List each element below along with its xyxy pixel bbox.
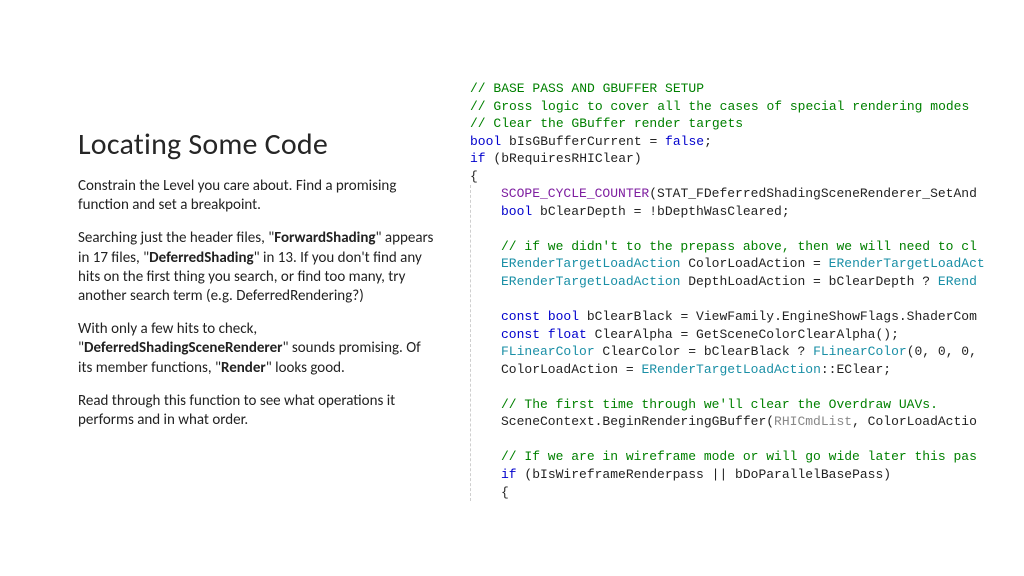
paragraph-2: Searching just the header files, "Forwar…: [78, 229, 438, 306]
slide: Locating Some Code Constrain the Level y…: [0, 0, 1024, 576]
text: Searching just the header files, ": [78, 229, 274, 247]
slide-title: Locating Some Code: [78, 126, 438, 163]
code-keyword: const: [501, 309, 540, 324]
code-text: ;: [704, 134, 712, 149]
code-text: bClearBlack = ViewFamily.EngineShowFlags…: [579, 309, 977, 324]
code-type: ERenderTargetLoadAction: [641, 362, 820, 377]
text: " looks good.: [266, 359, 345, 377]
code-text: bIsGBufferCurrent =: [501, 134, 665, 149]
code-text: , ColorLoadActio: [852, 414, 977, 429]
code-text: ColorLoadAction =: [501, 362, 641, 377]
code-text: DepthLoadAction = bClearDepth ?: [680, 274, 937, 289]
code-keyword: bool: [501, 204, 532, 219]
code-text: (bRequiresRHIClear): [486, 151, 642, 166]
code-keyword: false: [665, 134, 704, 149]
code-keyword: const: [501, 327, 540, 342]
code-text: (STAT_FDeferredShadingSceneRenderer_SetA…: [649, 186, 977, 201]
code-macro: SCOPE_CYCLE_COUNTER: [501, 186, 649, 201]
bold-term: DeferredShading: [149, 249, 253, 267]
code-text: ClearColor = bClearBlack ?: [595, 344, 813, 359]
code-type: ERenderTargetLoadAct: [829, 256, 985, 271]
code-text: (0, 0, 0,: [907, 344, 977, 359]
code-comment: // Clear the GBuffer render targets: [470, 116, 743, 131]
code-type: ERenderTargetLoadAction: [501, 256, 680, 271]
paragraph-1: Constrain the Level you care about. Find…: [78, 177, 438, 215]
code-block: SCOPE_CYCLE_COUNTER(STAT_FDeferredShadin…: [470, 185, 1024, 501]
code-comment: // If we are in wireframe mode or will g…: [501, 449, 977, 464]
code-type: ERenderTargetLoadAction: [501, 274, 680, 289]
bold-term: Render: [221, 359, 266, 377]
code-keyword: bool: [470, 134, 501, 149]
code-comment: // BASE PASS AND GBUFFER SETUP: [470, 81, 704, 96]
code-arg: RHICmdList: [774, 414, 852, 429]
code-text: (bIsWireframeRenderpass || bDoParallelBa…: [517, 467, 891, 482]
code-brace: {: [501, 485, 509, 500]
code-text: ColorLoadAction =: [680, 256, 828, 271]
code-brace: {: [470, 169, 478, 184]
code-text: SceneContext.BeginRenderingGBuffer(: [501, 414, 774, 429]
code-keyword: if: [501, 467, 517, 482]
code-comment: // Gross logic to cover all the cases of…: [470, 99, 977, 114]
code-comment: // The first time through we'll clear th…: [501, 397, 938, 412]
code-type: ERend: [938, 274, 977, 289]
paragraph-4: Read through this function to see what o…: [78, 392, 438, 430]
code-comment: // if we didn't to the prepass above, th…: [501, 239, 977, 254]
code-keyword: if: [470, 151, 486, 166]
code-keyword: bool: [540, 309, 579, 324]
paragraph-3: With only a few hits to check, "Deferred…: [78, 320, 438, 378]
code-keyword: float: [540, 327, 587, 342]
left-column: Locating Some Code Constrain the Level y…: [78, 126, 438, 444]
bold-term: ForwardShading: [274, 229, 375, 247]
code-text: bClearDepth = !bDepthWasCleared;: [532, 204, 789, 219]
code-snippet: // BASE PASS AND GBUFFER SETUP // Gross …: [470, 80, 1024, 501]
code-type: FLinearColor: [813, 344, 907, 359]
code-text: ClearAlpha = GetSceneColorClearAlpha();: [587, 327, 899, 342]
code-text: ::EClear;: [821, 362, 891, 377]
bold-term: DeferredShadingSceneRenderer: [84, 339, 282, 357]
code-type: FLinearColor: [501, 344, 595, 359]
